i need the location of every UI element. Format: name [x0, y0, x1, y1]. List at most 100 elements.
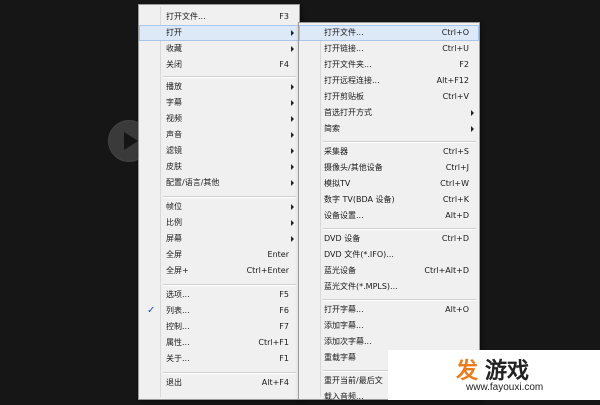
menu-item-shortcut: Ctrl+W [440, 179, 469, 188]
menu-item-label: 打开文件... [324, 28, 364, 37]
open-submenu: 打开文件... Ctrl+O 打开链接... Ctrl+U 打开文件夹... F… [298, 22, 480, 401]
menu-item-label: 蓝光文件(*.MPLS)... [324, 282, 398, 291]
menu-item-control[interactable]: 控制... F7 [139, 319, 299, 335]
menu-item-label: DVD 设备 [324, 234, 361, 243]
menu-item-label: 全屏+ [166, 266, 189, 275]
menu-item-label: DVD 文件(*.IFO)... [324, 250, 394, 259]
submenu-arrow-icon [291, 180, 294, 186]
check-icon: ✓ [147, 305, 156, 316]
submenu-item-dvd-file[interactable]: DVD 文件(*.IFO)... [299, 247, 479, 263]
submenu-item-open-clipboard[interactable]: 打开剪贴板 Ctrl+V [299, 89, 479, 105]
menu-item-shortcut: F7 [279, 322, 289, 331]
submenu-item-capture[interactable]: 采集器 Ctrl+S [299, 144, 479, 160]
menu-item-label: 重开当前/最后文 [324, 376, 383, 385]
menu-item-label: 控制... [166, 322, 190, 331]
menu-item-label: 收藏 [166, 44, 182, 53]
menu-item-shortcut: F3 [279, 12, 289, 21]
menu-item-label: 全屏 [166, 250, 182, 259]
submenu-item-camera[interactable]: 摄像头/其他设备 Ctrl+J [299, 160, 479, 176]
menu-item-shortcut: F5 [279, 290, 289, 299]
submenu-item-bluray-device[interactable]: 蓝光设备 Ctrl+Alt+D [299, 263, 479, 279]
menu-item-shortcut: Ctrl+U [442, 44, 469, 53]
submenu-item-open-folder[interactable]: 打开文件夹... F2 [299, 57, 479, 73]
menu-item-video[interactable]: 视频 [139, 111, 299, 127]
submenu-arrow-icon [291, 100, 294, 106]
menu-item-skins[interactable]: 皮肤 [139, 159, 299, 175]
menu-item-label: 重载字幕 [324, 353, 356, 362]
menu-item-shortcut: F2 [459, 60, 469, 69]
menu-item-label: 蓝光设备 [324, 266, 356, 275]
submenu-item-open-remote[interactable]: 打开远程连接... Alt+F12 [299, 73, 479, 89]
menu-item-label: 比例 [166, 218, 182, 227]
submenu-item-bluray-file[interactable]: 蓝光文件(*.MPLS)... [299, 279, 479, 295]
menu-item-about[interactable]: 关于... F1 [139, 351, 299, 367]
menu-item-label: 屏幕 [166, 234, 182, 243]
menu-item-label: 模拟TV [324, 179, 351, 188]
menu-item-audio[interactable]: 声音 [139, 127, 299, 143]
menu-item-shortcut: Ctrl+Enter [246, 266, 289, 275]
submenu-item-open-file[interactable]: 打开文件... Ctrl+O [299, 25, 479, 41]
submenu-item-add-secondary-subtitle[interactable]: 添加次字幕... [299, 334, 479, 350]
menu-separator [163, 196, 296, 198]
submenu-item-device-settings[interactable]: 设备设置... Alt+D [299, 208, 479, 224]
menu-item-label: 选项... [166, 290, 190, 299]
submenu-arrow-icon [291, 30, 294, 36]
menu-item-label: 打开链接... [324, 44, 364, 53]
menu-item-properties[interactable]: 属性... Ctrl+F1 [139, 335, 299, 351]
menu-item-screen[interactable]: 屏幕 [139, 231, 299, 247]
menu-item-label: 打开文件夹... [324, 60, 372, 69]
menu-item-subtitles[interactable]: 字幕 [139, 95, 299, 111]
menu-item-play[interactable]: 播放 [139, 79, 299, 95]
menu-item-label: 打开字幕... [324, 305, 364, 314]
menu-item-shortcut: Ctrl+D [441, 234, 469, 243]
submenu-arrow-icon [291, 116, 294, 122]
menu-item-shortcut: Alt+F12 [436, 76, 469, 85]
menu-item-shortcut: Ctrl+J [445, 163, 469, 172]
menu-item-shortcut: Ctrl+F1 [258, 338, 289, 347]
menu-item-shortcut: Ctrl+Alt+D [424, 266, 469, 275]
submenu-arrow-icon [291, 132, 294, 138]
menu-item-shortcut: Ctrl+S [442, 147, 469, 156]
menu-item-config-language[interactable]: 配置/语言/其他 [139, 175, 299, 191]
menu-item-playlist[interactable]: ✓ 列表... F6 [139, 303, 299, 319]
submenu-item-analog-tv[interactable]: 模拟TV Ctrl+W [299, 176, 479, 192]
menu-item-favorites[interactable]: 收藏 [139, 41, 299, 57]
menu-item-shortcut: F4 [279, 60, 289, 69]
submenu-item-open-link[interactable]: 打开链接... Ctrl+U [299, 41, 479, 57]
menu-item-open[interactable]: 打开 [139, 25, 299, 41]
menu-item-label: 数字 TV(BDA 设备) [324, 195, 395, 204]
menu-item-shortcut: F6 [279, 306, 289, 315]
menu-item-label: 视频 [166, 114, 182, 123]
submenu-item-digital-tv[interactable]: 数字 TV(BDA 设备) Ctrl+K [299, 192, 479, 208]
menu-item-exit[interactable]: 退出 Alt+F4 [139, 375, 299, 391]
menu-item-label: 皮肤 [166, 162, 182, 171]
menu-item-fullscreen[interactable]: 全屏 Enter [139, 247, 299, 263]
menu-item-close[interactable]: 关闭 F4 [139, 57, 299, 73]
context-menu: 打开文件... F3 打开 收藏 关闭 F4 播放 字幕 视频 声音 滤镜 皮肤… [138, 4, 300, 400]
menu-item-open-file[interactable]: 打开文件... F3 [139, 9, 299, 25]
menu-item-shortcut: Alt+D [445, 211, 469, 220]
menu-separator [163, 284, 296, 286]
menu-separator [163, 372, 296, 374]
submenu-item-add-subtitle[interactable]: 添加字幕... [299, 318, 479, 334]
menu-item-fullscreen-plus[interactable]: 全屏+ Ctrl+Enter [139, 263, 299, 279]
watermark-logo: 发 游戏 www.fayouxi.com [388, 350, 600, 400]
menu-item-label: 列表... [166, 306, 190, 315]
menu-item-options[interactable]: 选项... F5 [139, 287, 299, 303]
menu-item-label: 采集器 [324, 147, 348, 156]
menu-item-label: 关于... [166, 354, 190, 363]
submenu-arrow-icon [291, 204, 294, 210]
submenu-arrow-icon [291, 220, 294, 226]
menu-item-frame[interactable]: 帧位 [139, 199, 299, 215]
submenu-item-preferred-open[interactable]: 首选打开方式 [299, 105, 479, 121]
menu-item-aspect-ratio[interactable]: 比例 [139, 215, 299, 231]
menu-item-shortcut: Ctrl+V [442, 92, 469, 101]
menu-item-shortcut: Enter [267, 250, 289, 259]
submenu-item-index[interactable]: 简索 [299, 121, 479, 137]
submenu-arrow-icon [291, 46, 294, 52]
menu-item-label: 播放 [166, 82, 182, 91]
submenu-item-open-subtitle[interactable]: 打开字幕... Alt+O [299, 302, 479, 318]
submenu-item-dvd-device[interactable]: DVD 设备 Ctrl+D [299, 231, 479, 247]
menu-item-filters[interactable]: 滤镜 [139, 143, 299, 159]
menu-item-shortcut: Alt+O [445, 305, 469, 314]
